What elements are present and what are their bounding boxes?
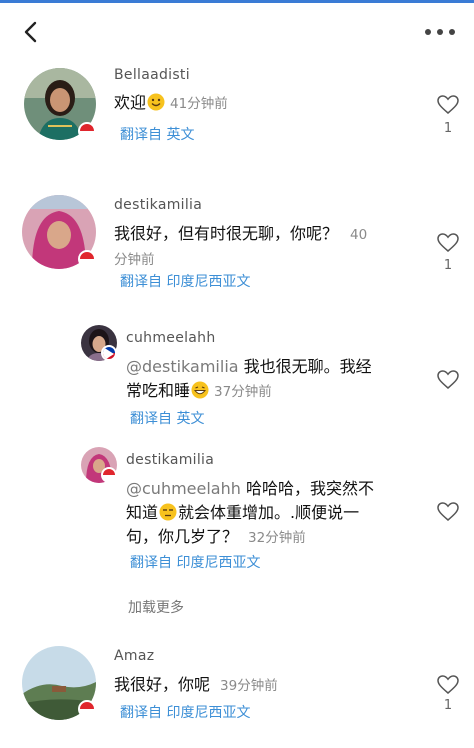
mention-link[interactable]: @destikamilia	[126, 357, 239, 376]
smile-emoji-icon	[147, 93, 165, 111]
comment-body: 欢迎	[114, 93, 147, 112]
reply-time: 32分钟前	[248, 530, 306, 546]
like-count: 1	[443, 258, 453, 273]
indonesia-flag-icon	[78, 122, 96, 140]
translate-link[interactable]: 翻译自 英文	[120, 124, 194, 144]
indonesia-flag-icon	[101, 467, 117, 483]
mention-link[interactable]: @cuhmeelahh	[126, 479, 241, 498]
translate-link[interactable]: 翻译自 印度尼西亚文	[120, 271, 250, 291]
reply-body-cont2: 就会体重增加。.顺便说一	[178, 503, 360, 522]
heart-icon[interactable]	[437, 675, 459, 699]
heart-icon[interactable]	[437, 233, 459, 257]
reply-body-cont: 常吃和睡	[126, 381, 191, 400]
unamused-emoji-icon	[159, 503, 177, 521]
reply-body-cont: 知道	[126, 503, 159, 522]
reply-body-cont3: 句，你几岁了？	[126, 527, 239, 546]
reply-text: @cuhmeelahh 哈哈哈，我突然不 知道 就会体重增加。.顺便说一 句，你几…	[126, 477, 416, 550]
comment-time: 40	[350, 227, 368, 243]
comment-text: 我很好，但有时很无聊，你呢？ 40 分钟前	[114, 222, 414, 272]
comment-text: 欢迎 41分钟前	[114, 91, 228, 116]
like-count: 1	[443, 698, 453, 713]
chevron-left-icon[interactable]	[18, 18, 46, 46]
heart-icon[interactable]	[437, 95, 459, 119]
like-count: 1	[443, 121, 453, 136]
comment-username[interactable]: Amaz	[114, 648, 154, 664]
heart-icon[interactable]	[437, 370, 459, 394]
reply-body: 哈哈哈，我突然不	[240, 479, 374, 498]
comment-username[interactable]: destikamilia	[114, 197, 202, 213]
reply-body: 我也很无聊。我经	[238, 357, 372, 376]
philippines-flag-icon	[101, 345, 117, 361]
indonesia-flag-icon	[78, 700, 96, 718]
translate-link[interactable]: 翻译自 印度尼西亚文	[130, 552, 260, 572]
reply-text: @destikamilia 我也很无聊。我经 常吃和睡 37分钟前	[126, 355, 416, 404]
reply-username[interactable]: cuhmeelahh	[126, 330, 216, 346]
comment-time: 39分钟前	[220, 678, 278, 694]
comment-time-cont: 分钟前	[114, 252, 155, 268]
comment-body: 我很好，但有时很无聊，你呢？	[114, 224, 339, 243]
translate-link[interactable]: 翻译自 印度尼西亚文	[120, 702, 250, 722]
translate-link[interactable]: 翻译自 英文	[130, 408, 204, 428]
top-accent-line	[0, 0, 474, 3]
comment-body: 我很好，你呢	[114, 675, 211, 694]
reply-username[interactable]: destikamilia	[126, 452, 214, 468]
comment-time: 41分钟前	[170, 96, 228, 112]
indonesia-flag-icon	[78, 250, 96, 268]
load-more-button[interactable]: 加载更多	[128, 597, 184, 617]
grin-emoji-icon	[191, 381, 209, 399]
comment-text: 我很好，你呢 39分钟前	[114, 673, 278, 698]
comment-username[interactable]: Bellaadisti	[114, 67, 190, 83]
reply-time: 37分钟前	[214, 384, 272, 400]
more-dots-icon[interactable]	[422, 24, 462, 40]
heart-icon[interactable]	[437, 502, 459, 526]
